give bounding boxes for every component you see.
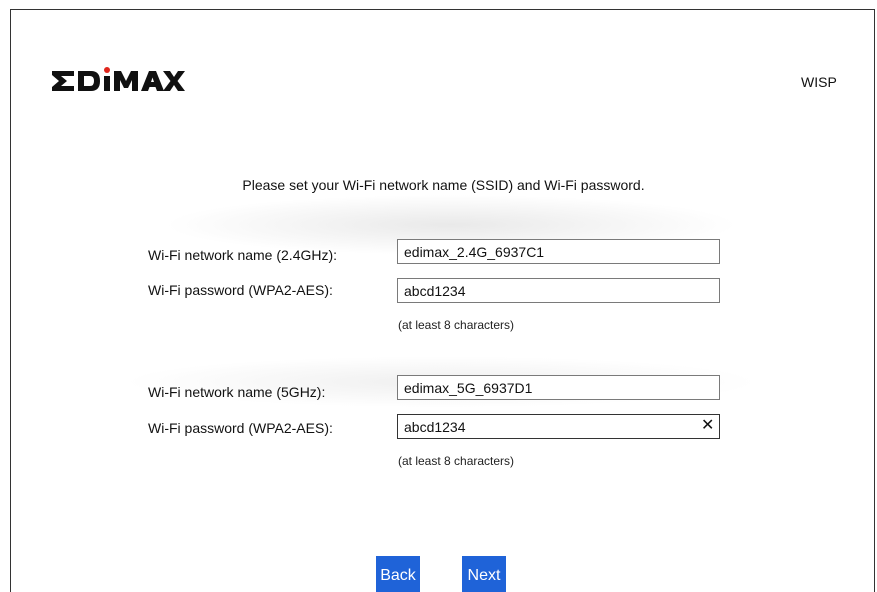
password-24-hint: (at least 8 characters) — [398, 318, 515, 332]
mode-label: WISP — [801, 74, 837, 90]
ssid-5-label: Wi-Fi network name (5GHz): — [148, 384, 326, 400]
password-5-hint: (at least 8 characters) — [398, 454, 515, 468]
password-5-input[interactable] — [397, 414, 720, 439]
edimax-logo — [52, 67, 185, 91]
back-button[interactable]: Back — [376, 556, 420, 592]
password-24-input[interactable] — [397, 278, 720, 303]
ssid-24-input[interactable] — [397, 239, 720, 264]
instruction-text: Please set your Wi-Fi network name (SSID… — [242, 177, 645, 193]
setup-frame: WISP Please set your Wi-Fi network name … — [10, 9, 875, 592]
next-button[interactable]: Next — [462, 556, 506, 592]
ssid-24-label: Wi-Fi network name (2.4GHz): — [148, 247, 338, 263]
ssid-5-input[interactable] — [397, 375, 720, 400]
password-24-label: Wi-Fi password (WPA2-AES): — [148, 282, 333, 298]
password-5-label: Wi-Fi password (WPA2-AES): — [148, 420, 333, 436]
clear-icon[interactable]: ✕ — [701, 417, 714, 435]
